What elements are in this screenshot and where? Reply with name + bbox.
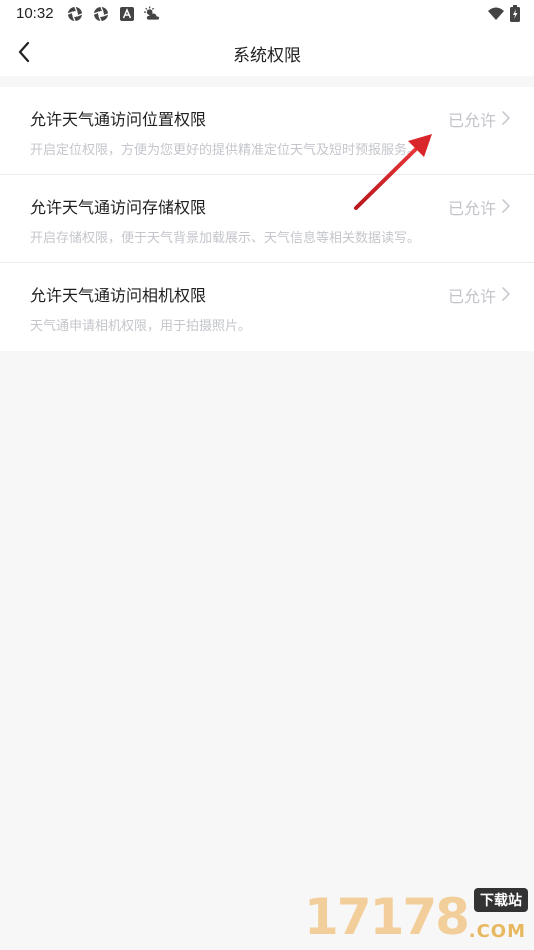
chevron-right-icon — [502, 199, 510, 213]
permission-item-storage[interactable]: 允许天气通访问存储权限 开启存储权限，便于天气背景加载展示、天气信息等相关数据读… — [0, 175, 534, 263]
nav-bar: 系统权限 — [0, 28, 534, 76]
watermark-suffix: .COM — [468, 921, 526, 942]
permission-item-location[interactable]: 允许天气通访问位置权限 开启定位权限，方便为您更好的提供精准定位天气及短时预报服… — [0, 87, 534, 175]
weather-cloud-sun-icon — [144, 5, 161, 22]
permission-status: 已允许 — [447, 199, 496, 218]
watermark-tag: 下载站 — [474, 888, 528, 912]
status-system-icons — [488, 5, 520, 26]
wifi-icon — [488, 6, 504, 25]
watermark-number: 17178 — [304, 888, 470, 946]
watermark-logo: 17178 下载站 .COM — [304, 888, 530, 946]
permission-title: 允许天气通访问相机权限 — [30, 286, 207, 305]
app-shutter-icon — [66, 5, 83, 22]
chevron-right-icon — [502, 287, 510, 301]
permission-status: 已允许 — [447, 111, 496, 130]
permission-description: 开启存储权限，便于天气背景加载展示、天气信息等相关数据读写。 — [30, 231, 421, 246]
permission-item-camera[interactable]: 允许天气通访问相机权限 天气通申请相机权限，用于拍摄照片。 已允许 — [0, 263, 534, 351]
page-title: 系统权限 — [233, 46, 301, 66]
status-bar: 10:32 — [0, 0, 534, 28]
status-notification-icons — [66, 5, 161, 22]
chevron-right-icon — [502, 111, 510, 125]
permissions-list: 允许天气通访问位置权限 开启定位权限，方便为您更好的提供精准定位天气及短时预报服… — [0, 87, 534, 351]
status-time: 10:32 — [16, 5, 54, 22]
battery-charging-icon — [510, 5, 520, 26]
permission-title: 允许天气通访问位置权限 — [30, 110, 207, 129]
permission-description: 开启定位权限，方便为您更好的提供精准定位天气及短时预报服务。 — [30, 143, 421, 158]
permission-title: 允许天气通访问存储权限 — [30, 198, 207, 217]
app-shutter-icon — [92, 5, 109, 22]
section-gap — [0, 76, 534, 87]
font-a-icon — [118, 5, 135, 22]
permission-status: 已允许 — [447, 287, 496, 306]
permission-description: 天气通申请相机权限，用于拍摄照片。 — [30, 319, 252, 334]
